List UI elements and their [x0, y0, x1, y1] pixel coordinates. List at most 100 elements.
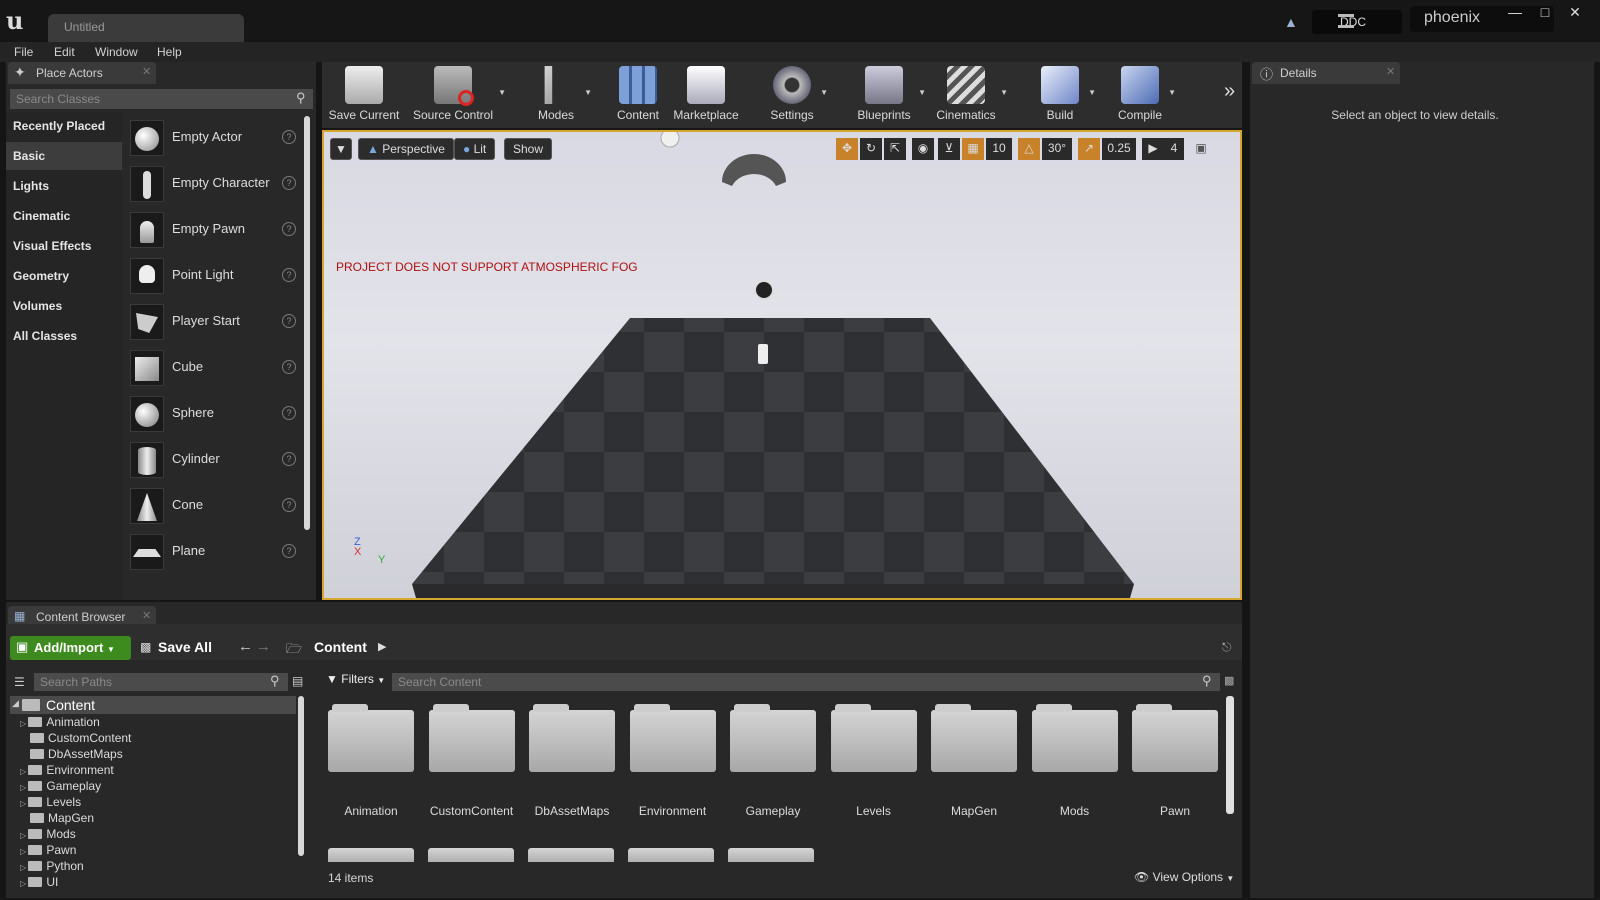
- rotate-tool-icon[interactable]: ↻: [860, 138, 882, 160]
- actor-item-empty-character[interactable]: Empty Character ?: [128, 162, 300, 206]
- tree-item[interactable]: ▷ Python: [20, 859, 84, 873]
- ddc-badge[interactable]: DDC: [1312, 10, 1402, 34]
- tree-item[interactable]: ▷ Environment: [20, 763, 114, 777]
- breadcrumb-arrow-icon[interactable]: ▶: [378, 640, 386, 653]
- expand-arrow-icon[interactable]: ▷: [20, 847, 28, 856]
- tree-item[interactable]: ▷ Pawn: [20, 843, 76, 857]
- tree-scrollbar[interactable]: [298, 696, 304, 856]
- help-icon[interactable]: ?: [282, 406, 296, 420]
- toolbar-overflow-chevron-icon[interactable]: »: [1224, 80, 1235, 103]
- category-all-classes[interactable]: All Classes: [6, 322, 122, 350]
- blueprints-button[interactable]: Blueprints ▼: [852, 64, 926, 122]
- tab-details[interactable]: Details: [1252, 62, 1400, 84]
- expand-arrow-icon[interactable]: ▷: [20, 719, 28, 728]
- actor-item-empty-pawn[interactable]: Empty Pawn ?: [128, 208, 300, 252]
- folder-tile[interactable]: [830, 704, 917, 772]
- help-icon[interactable]: ?: [282, 176, 296, 190]
- actors-scrollbar[interactable]: [304, 116, 310, 530]
- filters-button[interactable]: ▼ Filters ▼: [326, 672, 385, 686]
- search-content-input[interactable]: Search Content: [392, 673, 1220, 691]
- grid-snap-value[interactable]: 10: [986, 138, 1012, 160]
- folder-tile[interactable]: [730, 704, 816, 772]
- tree-item[interactable]: MapGen: [20, 811, 94, 825]
- dropdown-arrow-icon[interactable]: ▼: [918, 88, 926, 97]
- rotation-snap-value[interactable]: 30°: [1042, 138, 1072, 160]
- graduation-cap-icon[interactable]: ▲: [1284, 14, 1304, 32]
- maximize-button[interactable]: □: [1532, 4, 1558, 24]
- actor-item-cylinder[interactable]: Cylinder ?: [128, 438, 300, 482]
- tree-root-row[interactable]: ◢ Content: [10, 696, 296, 714]
- actor-item-point-light[interactable]: Point Light ?: [128, 254, 300, 298]
- folder-tile-partial[interactable]: [528, 848, 614, 862]
- folder-tile-partial[interactable]: [628, 848, 714, 862]
- translate-tool-icon[interactable]: ✥: [836, 138, 858, 160]
- back-arrow-icon[interactable]: ←: [238, 638, 253, 655]
- assets-scrollbar[interactable]: [1226, 696, 1234, 814]
- category-volumes[interactable]: Volumes: [6, 292, 122, 320]
- tree-item[interactable]: ▷ Mods: [20, 827, 76, 841]
- category-recently-placed[interactable]: Recently Placed: [6, 112, 122, 140]
- cinematics-button[interactable]: Cinematics ▼: [934, 64, 1008, 122]
- folder-tile[interactable]: [1031, 704, 1118, 772]
- save-all-button[interactable]: Save All: [158, 639, 212, 655]
- minimize-button[interactable]: —: [1502, 4, 1528, 24]
- actor-item-cube[interactable]: Cube ?: [128, 346, 300, 390]
- search-icon[interactable]: ⚲: [296, 90, 306, 106]
- list-options-icon[interactable]: ▤: [292, 674, 303, 688]
- save-search-icon[interactable]: ▩: [1224, 674, 1234, 687]
- document-tab[interactable]: Untitled: [48, 14, 244, 42]
- category-basic[interactable]: Basic: [6, 142, 122, 170]
- folder-tile[interactable]: [629, 704, 716, 772]
- level-viewport[interactable]: ▼ ▲ Perspective ● Lit Show ✥ ↻ ⇱ ◉ ⊻ ▦ 1…: [322, 130, 1242, 600]
- sources-toggle-icon[interactable]: ☰: [14, 675, 25, 689]
- category-lights[interactable]: Lights: [6, 172, 122, 200]
- folder-tile[interactable]: [1132, 704, 1218, 772]
- scale-snap-value[interactable]: 0.25: [1102, 138, 1136, 160]
- folder-tile[interactable]: [428, 704, 515, 772]
- lock-icon[interactable]: ⎋: [1222, 640, 1232, 655]
- dropdown-arrow-icon[interactable]: ▼: [1168, 88, 1176, 97]
- rotation-snap-icon[interactable]: △: [1018, 138, 1040, 160]
- actor-item-empty-actor[interactable]: Empty Actor ?: [128, 116, 300, 160]
- settings-button[interactable]: Settings ▼: [766, 64, 828, 122]
- menu-edit[interactable]: Edit: [54, 45, 75, 59]
- expand-arrow-icon[interactable]: ▷: [20, 767, 28, 776]
- expand-arrow-icon[interactable]: ▷: [20, 831, 28, 840]
- compile-button[interactable]: Compile ▼: [1114, 64, 1176, 122]
- close-tab-icon[interactable]: ✕: [142, 65, 151, 78]
- dropdown-arrow-icon[interactable]: ▼: [820, 88, 828, 97]
- path-breadcrumb[interactable]: Content: [314, 639, 367, 655]
- folder-tile[interactable]: [328, 704, 414, 772]
- help-icon[interactable]: ?: [282, 130, 296, 144]
- close-window-button[interactable]: ✕: [1562, 4, 1588, 24]
- tree-item[interactable]: DbAssetMaps: [20, 747, 123, 761]
- tree-item[interactable]: CustomContent: [20, 731, 131, 745]
- actor-item-player-start[interactable]: Player Start ?: [128, 300, 300, 344]
- help-icon[interactable]: ?: [282, 314, 296, 328]
- folder-tile[interactable]: [529, 704, 615, 772]
- expand-arrow-icon[interactable]: ▷: [20, 783, 28, 792]
- scale-tool-icon[interactable]: ⇱: [884, 138, 906, 160]
- search-icon[interactable]: ⚲: [270, 673, 280, 689]
- help-icon[interactable]: ?: [282, 360, 296, 374]
- scale-snap-icon[interactable]: ↗: [1078, 138, 1100, 160]
- tree-item[interactable]: ▷ Levels: [20, 795, 81, 809]
- category-cinematic[interactable]: Cinematic: [6, 202, 122, 230]
- tab-place-actors[interactable]: Place Actors: [8, 62, 156, 84]
- folder-tile[interactable]: [931, 704, 1017, 772]
- lit-button[interactable]: ● Lit: [454, 138, 496, 160]
- help-icon[interactable]: ?: [282, 452, 296, 466]
- actor-item-plane[interactable]: Plane ?: [128, 530, 300, 574]
- close-tab-icon[interactable]: ✕: [1386, 65, 1395, 78]
- camera-speed-icon[interactable]: ▶: [1142, 138, 1164, 160]
- expand-arrow-icon[interactable]: ▷: [20, 879, 28, 888]
- menu-help[interactable]: Help: [157, 45, 182, 59]
- dropdown-arrow-icon[interactable]: ▼: [1000, 88, 1008, 97]
- camera-speed-value[interactable]: 4: [1164, 138, 1184, 160]
- dropdown-arrow-icon[interactable]: ▼: [1088, 88, 1096, 97]
- tree-item[interactable]: ▷ UI: [20, 875, 58, 889]
- surface-snap-icon[interactable]: ⊻: [938, 138, 960, 160]
- help-icon[interactable]: ?: [282, 544, 296, 558]
- expand-arrow-icon[interactable]: ▷: [20, 863, 28, 872]
- world-space-icon[interactable]: ◉: [912, 138, 934, 160]
